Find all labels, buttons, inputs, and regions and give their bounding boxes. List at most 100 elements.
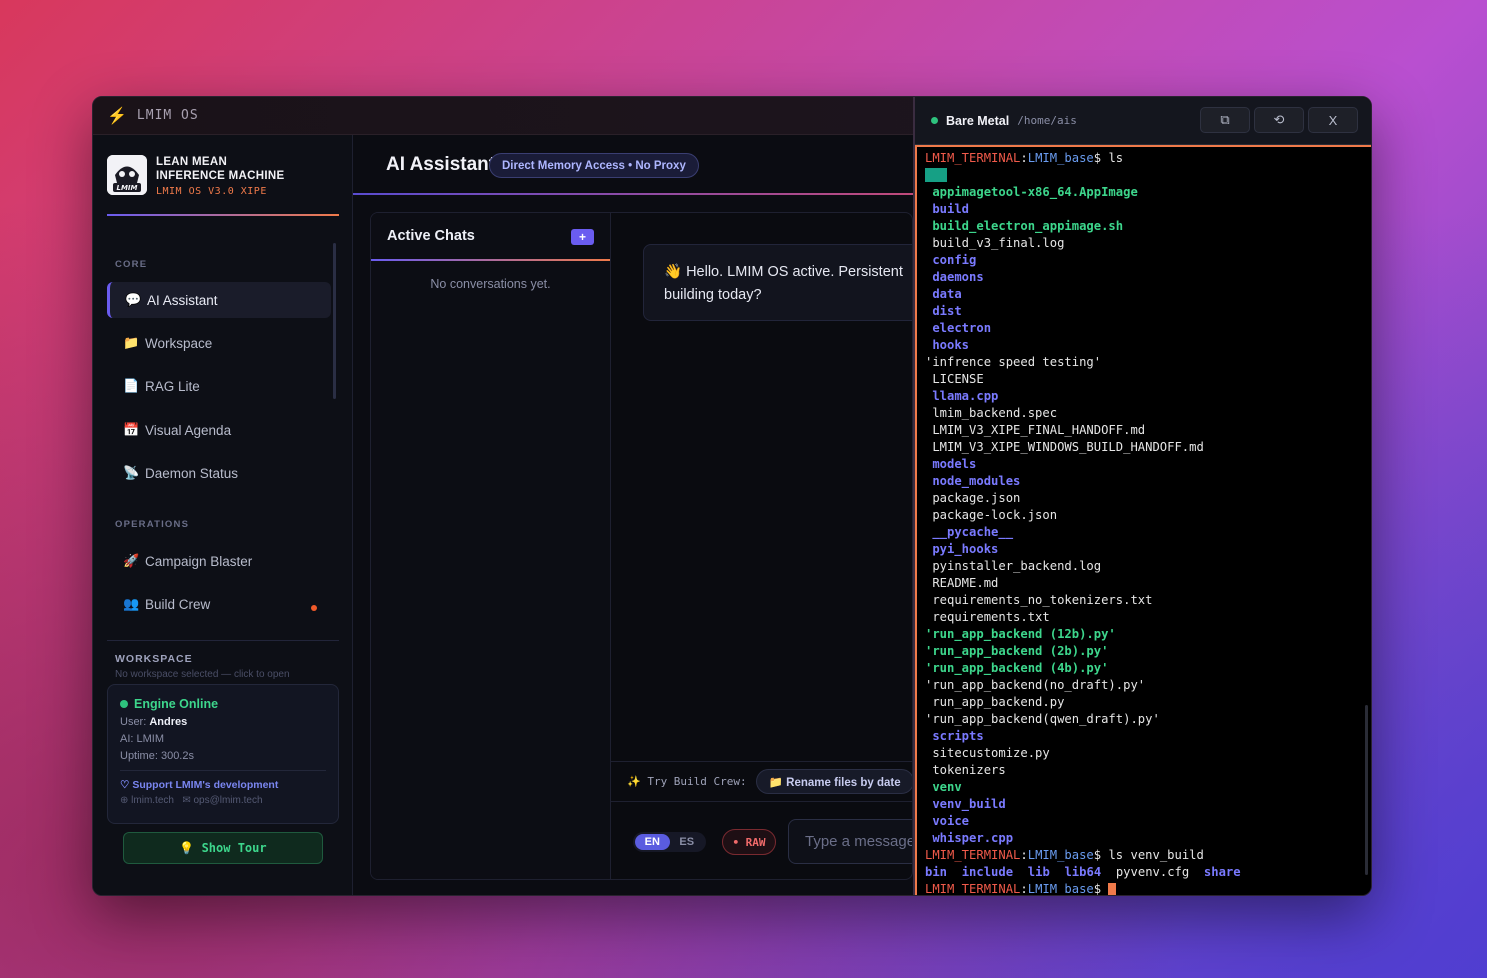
- lang-es-option[interactable]: ES: [670, 834, 705, 850]
- brand: LMIM LEAN MEAN INFERENCE MACHINE LMIM OS…: [107, 155, 339, 215]
- user-row: User: Andres: [120, 716, 326, 728]
- suggestion-chip[interactable]: 📁 Rename files by date: [755, 769, 912, 794]
- terminal-line: 'run_app_backend(no_draft).py': [925, 677, 1371, 694]
- terminal-entry: electron: [925, 321, 992, 335]
- terminal-line: llama.cpp: [925, 388, 1371, 405]
- window-title: LMIM OS: [136, 108, 199, 123]
- prompt-command: ls venv_build: [1108, 848, 1204, 862]
- terminal-spacer: [1013, 865, 1028, 879]
- terminal-line: hooks: [925, 337, 1371, 354]
- satellite-icon: 📡: [123, 465, 140, 480]
- terminal-entry: dist: [925, 304, 962, 318]
- sidebar-scrollbar[interactable]: [333, 243, 336, 399]
- terminal-entry: scripts: [925, 729, 984, 743]
- user-value: Andres: [149, 716, 188, 728]
- engine-status-card: Engine Online User: Andres AI: LMIM Upti…: [107, 684, 339, 824]
- terminal-entry: lib64: [1064, 865, 1102, 879]
- terminal-entry: __pycache__: [925, 525, 1014, 539]
- terminal-line: requirements.txt: [925, 609, 1371, 626]
- terminal-header: Bare Metal /home/ais ⧉ ⟲ X: [915, 97, 1371, 145]
- terminal-entry: [925, 168, 948, 182]
- prompt-user: LMIM_TERMINAL: [925, 882, 1021, 896]
- support-link[interactable]: ♡ Support LMIM's development: [120, 779, 326, 791]
- language-toggle[interactable]: EN ES: [633, 832, 706, 852]
- sidebar-item-label: Daemon Status: [145, 465, 239, 481]
- terminal-spacer: [1050, 865, 1065, 879]
- section-label-operations: OPERATIONS: [115, 519, 190, 530]
- terminal-line: node_modules: [925, 473, 1371, 490]
- reset-button[interactable]: ⟲: [1254, 107, 1304, 133]
- terminal-line: venv_build: [925, 796, 1371, 813]
- terminal-entry: 'run_app_backend (2b).py': [925, 644, 1109, 658]
- ai-row: AI: LMIM: [120, 733, 165, 745]
- terminal-line: 'infrence speed testing': [925, 354, 1371, 371]
- lang-en-option[interactable]: EN: [635, 834, 670, 850]
- terminal-line: build: [925, 201, 1371, 218]
- terminal-prompt-line: LMIM_TERMINAL:LMIM_base$ ls: [925, 150, 1371, 167]
- site-link[interactable]: lmim.tech: [131, 795, 174, 806]
- sidebar-item-daemon-status[interactable]: 📡 Daemon Status: [107, 455, 331, 491]
- raw-mode-button[interactable]: • RAW: [722, 829, 776, 855]
- terminal-prompt-line: LMIM_TERMINAL:LMIM_base$: [925, 881, 1371, 896]
- sidebar-item-label: Workspace: [145, 335, 213, 351]
- sidebar-item-label: Campaign Blaster: [145, 553, 253, 569]
- sidebar-item-workspace[interactable]: 📁 Workspace: [107, 325, 331, 361]
- terminal-line: sitecustomize.py: [925, 745, 1371, 762]
- terminal-entry: appimagetool-x86_64.AppImage: [925, 185, 1138, 199]
- sidebar-item-campaign-blaster[interactable]: 🚀 Campaign Blaster: [107, 543, 331, 579]
- terminal-line: 'run_app_backend (4b).py': [925, 660, 1371, 677]
- show-tour-button[interactable]: 💡 Show Tour: [123, 832, 323, 864]
- terminal-entry: pyinstaller_backend.log: [925, 559, 1102, 573]
- app-window: ⚡ LMIM OS LMIM LEAN MEAN INFERENCE MACHI…: [92, 96, 1372, 896]
- terminal-line: [925, 167, 1371, 184]
- prompt-separator: :: [1020, 848, 1028, 862]
- terminal-entry: 'run_app_backend(no_draft).py': [925, 678, 1146, 692]
- terminal-line: config: [925, 252, 1371, 269]
- terminal-line: LMIM_V3_XIPE_WINDOWS_BUILD_HANDOFF.md: [925, 439, 1371, 456]
- sidebar-item-ai-assistant[interactable]: 💬 AI Assistant: [107, 282, 331, 318]
- uptime-row: Uptime: 300.2s: [120, 750, 194, 762]
- prompt-separator: :: [1020, 882, 1028, 896]
- terminal-output[interactable]: LMIM_TERMINAL:LMIM_base$ ls appimagetool…: [915, 145, 1371, 896]
- terminal-entry: hooks: [925, 338, 970, 352]
- terminal-entry: requirements_no_tokenizers.txt: [925, 593, 1153, 607]
- sidebar-item-visual-agenda[interactable]: 📅 Visual Agenda: [107, 412, 331, 448]
- new-chat-button[interactable]: +: [571, 229, 594, 245]
- terminal-entry: models: [925, 457, 977, 471]
- workspace-hint[interactable]: No workspace selected — click to open: [115, 669, 290, 680]
- terminal-spacer: [1101, 865, 1116, 879]
- user-key: User:: [120, 716, 147, 728]
- terminal-scrollbar[interactable]: [1365, 705, 1368, 875]
- prompt-command: ls: [1108, 151, 1124, 165]
- copy-button[interactable]: ⧉: [1200, 107, 1250, 133]
- rocket-icon: 🚀: [123, 553, 140, 568]
- terminal-line: package.json: [925, 490, 1371, 507]
- sidebar-item-rag-lite[interactable]: 📄 RAG Lite: [107, 368, 331, 404]
- message-input[interactable]: Type a message: [788, 819, 912, 864]
- terminal-line: voice: [925, 813, 1371, 830]
- prompt-path: LMIM_base: [1027, 848, 1094, 862]
- terminal-line: whisper.cpp: [925, 830, 1371, 847]
- workspace-label[interactable]: WORKSPACE: [115, 653, 193, 665]
- terminal-entry: build_v3_final.log: [925, 236, 1065, 250]
- prompt-user: LMIM_TERMINAL: [925, 151, 1021, 165]
- terminal-entry: 'run_app_backend (4b).py': [925, 661, 1109, 675]
- email-link[interactable]: ops@lmim.tech: [193, 795, 262, 806]
- divider: [107, 640, 339, 641]
- terminal-entry: run_app_backend.py: [925, 695, 1065, 709]
- close-terminal-button[interactable]: X: [1308, 107, 1358, 133]
- chat-panel: Active Chats + No conversations yet. 👋 H…: [370, 212, 913, 880]
- engine-status: Engine Online: [120, 697, 326, 711]
- terminal-entry: lmim_backend.spec: [925, 406, 1058, 420]
- contact-links: ⊕ lmim.tech ✉ ops@lmim.tech: [120, 795, 326, 806]
- main-area: AI Assistant Direct Memory Access • No P…: [353, 135, 913, 895]
- terminal-line: pyinstaller_backend.log: [925, 558, 1371, 575]
- terminal-line: bin include lib lib64 pyvenv.cfg share: [925, 864, 1371, 881]
- chat-icon: 💬: [125, 292, 142, 307]
- terminal-line: models: [925, 456, 1371, 473]
- prompt-separator: :: [1020, 151, 1028, 165]
- empty-state: No conversations yet.: [430, 277, 551, 291]
- terminal-entry: config: [925, 253, 977, 267]
- sidebar-item-build-crew[interactable]: 👥 Build Crew: [107, 586, 331, 622]
- brand-divider: [107, 214, 339, 216]
